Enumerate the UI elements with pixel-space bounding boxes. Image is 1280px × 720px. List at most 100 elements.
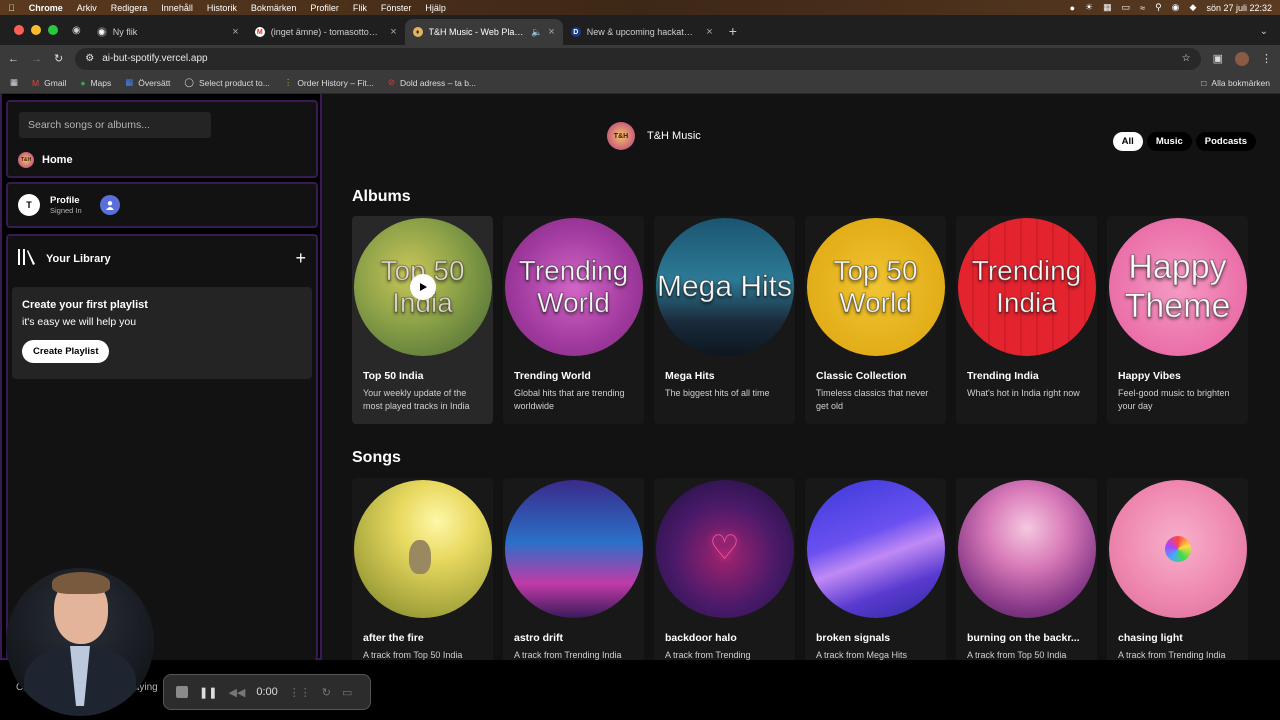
bookmark-order-history[interactable]: ⋮ Order History – Fit... <box>284 77 374 88</box>
song-title: chasing light <box>1118 632 1183 644</box>
back-icon[interactable]: ← <box>8 53 19 65</box>
tab-search-chevron-icon[interactable]: ⌄ <box>1248 26 1280 45</box>
tab-new-tab[interactable]: ◉ Ny flik × <box>89 19 247 45</box>
play-icon[interactable] <box>409 274 436 300</box>
menu-chrome[interactable]: Chrome <box>29 3 63 13</box>
filter-all[interactable]: All <box>1112 132 1143 151</box>
filter-chips: All Music Podcasts <box>1112 132 1256 151</box>
filter-podcasts[interactable]: Podcasts <box>1195 132 1256 151</box>
recording-indicator-icon[interactable]: ◉ <box>72 25 89 45</box>
wifi-icon[interactable]: ≈ <box>1140 3 1145 13</box>
bookmark-label: Alla bokmärken <box>1211 77 1270 88</box>
mic-icon[interactable]: ● <box>1070 3 1075 13</box>
album-cover: Happy Theme <box>1108 218 1247 356</box>
album-card-top-50-india[interactable]: Top 50 India Top 50 India Your weekly up… <box>352 216 493 424</box>
tab-gmail[interactable]: M (inget ämne) - tomasottosson × <box>247 19 405 45</box>
trash-icon[interactable]: ▭ <box>342 686 352 699</box>
menu-flik[interactable]: Flik <box>353 3 367 13</box>
album-card-trending-india[interactable]: Trending India Trending India What's hot… <box>956 216 1097 424</box>
keyboard-icon[interactable]: ▦ <box>1103 2 1112 13</box>
library-label[interactable]: Your Library <box>46 253 111 265</box>
tab-hackathons[interactable]: D New & upcoming hackathons × <box>563 19 721 45</box>
profile-avatar-icon[interactable] <box>1235 51 1249 66</box>
apps-grid-icon[interactable]: ▦ <box>10 77 18 88</box>
song-card-after-the-fire[interactable]: after the fire A track from Top 50 India <box>352 478 493 686</box>
clock-datetime[interactable]: sön 27 juli 22:32 <box>1206 3 1272 13</box>
bookmark-maps[interactable]: ● Maps <box>80 78 111 88</box>
menu-innehall[interactable]: Innehåll <box>161 3 193 13</box>
close-tab-icon[interactable]: × <box>706 26 712 38</box>
bookmark-star-icon[interactable]: ☆ <box>1182 53 1191 64</box>
window-controls <box>0 25 72 45</box>
album-desc: Global hits that are trending worldwide <box>514 388 625 412</box>
menu-redigera[interactable]: Redigera <box>111 3 148 13</box>
grid-icon[interactable]: ⋮⋮ <box>289 686 311 699</box>
close-window-button[interactable] <box>14 25 24 35</box>
siri-icon[interactable]: ◆ <box>1190 2 1197 13</box>
song-card-chasing-light[interactable]: chasing light A track from Trending Indi… <box>1107 478 1248 686</box>
search-input[interactable]: Search songs or albums... <box>19 112 211 138</box>
bookmark-dold-adress[interactable]: ⊘ Dold adress – ta b... <box>388 77 476 88</box>
library-icon[interactable] <box>18 249 36 268</box>
library-header: Your Library + <box>8 236 316 281</box>
bookmark-gmail[interactable]: M Gmail <box>32 78 66 88</box>
filter-music[interactable]: Music <box>1146 132 1192 151</box>
tab-th-music[interactable]: ♦ T&H Music - Web Player 🔈 × <box>404 19 563 45</box>
nav-panel: Search songs or albums... T&H Home <box>6 100 318 178</box>
new-tab-icon[interactable]: + <box>721 23 745 45</box>
album-cover: Trending India <box>957 218 1096 356</box>
brightness-icon[interactable]: ☀ <box>1085 2 1093 13</box>
album-card-trending-world[interactable]: Trending World Trending World Global hit… <box>503 216 644 424</box>
bookmark-translate[interactable]: ▦ Översätt <box>125 77 170 88</box>
menu-fonster[interactable]: Fönster <box>381 3 412 13</box>
album-card-mega-hits[interactable]: Mega Hits Mega Hits The biggest hits of … <box>654 216 795 424</box>
album-card-classic-collection[interactable]: Top 50 World Classic Collection Timeless… <box>805 216 946 424</box>
speaker-icon[interactable]: 🔈 <box>531 27 542 38</box>
address-bar[interactable]: ⚙ ai-but-spotify.vercel.app ☆ <box>75 47 1201 70</box>
stop-recording-icon[interactable] <box>176 686 188 698</box>
song-cover <box>957 480 1096 618</box>
close-tab-icon[interactable]: × <box>390 26 396 38</box>
apple-icon[interactable]:  <box>8 3 15 13</box>
menu-hjalp[interactable]: Hjälp <box>425 3 446 13</box>
album-desc: Timeless classics that never get old <box>816 388 929 412</box>
home-link[interactable]: T&H Home <box>18 152 73 168</box>
battery-icon[interactable]: ▭ <box>1122 2 1131 13</box>
profile-row[interactable]: T Profile Signed In <box>8 184 316 226</box>
close-tab-icon[interactable]: × <box>548 26 554 38</box>
minimize-window-button[interactable] <box>31 25 41 35</box>
reload-icon[interactable]: ↻ <box>54 52 63 65</box>
more-menu-icon[interactable]: ⋮ <box>1261 52 1272 65</box>
bookmark-select-product[interactable]: ◯ Select product to... <box>184 77 269 88</box>
close-tab-icon[interactable]: × <box>232 26 238 38</box>
tab-title: (inget ämne) - tomasottosson <box>270 27 381 37</box>
song-card-backdoor-halo[interactable]: ♡ backdoor halo A track from Trending <box>654 478 795 686</box>
extensions-icon[interactable]: ▣ <box>1213 52 1223 65</box>
song-card-burning-on-the-backroad[interactable]: burning on the backr... A track from Top… <box>956 478 1097 686</box>
rewind-icon[interactable]: ◀◀ <box>228 686 245 699</box>
create-playlist-button[interactable]: Create Playlist <box>22 340 110 363</box>
owl-icon <box>408 540 431 574</box>
zoom-window-button[interactable] <box>48 25 58 35</box>
gmail-icon: M <box>32 77 40 88</box>
album-card-happy-vibes[interactable]: Happy Theme Happy Vibes Feel-good music … <box>1107 216 1248 424</box>
profile-panel: T Profile Signed In <box>6 182 318 228</box>
control-center-icon[interactable]: ◉ <box>1172 2 1180 13</box>
all-bookmarks[interactable]: □ Alla bokmärken <box>1201 78 1270 88</box>
add-icon[interactable]: + <box>295 248 306 269</box>
site-info-icon[interactable]: ⚙ <box>85 53 94 64</box>
tab-title: New & upcoming hackathons <box>586 27 697 37</box>
pause-icon[interactable]: ❚❚ <box>199 686 217 699</box>
restart-icon[interactable]: ↻ <box>322 686 331 699</box>
spotlight-search-icon[interactable]: ⚲ <box>1155 2 1162 13</box>
menu-historik[interactable]: Historik <box>207 3 237 13</box>
user-icon[interactable] <box>99 195 120 215</box>
album-desc: The biggest hits of all time <box>665 388 770 398</box>
song-card-astro-drift[interactable]: astro drift A track from Trending India <box>503 478 644 686</box>
menu-profiler[interactable]: Profiler <box>310 3 339 13</box>
bookmark-label: Översätt <box>138 77 171 88</box>
song-card-broken-signals[interactable]: broken signals A track from Mega Hits <box>805 478 946 686</box>
menu-arkiv[interactable]: Arkiv <box>77 3 97 13</box>
menu-bokmarken[interactable]: Bokmärken <box>251 3 297 13</box>
forward-icon[interactable]: → <box>31 53 42 65</box>
